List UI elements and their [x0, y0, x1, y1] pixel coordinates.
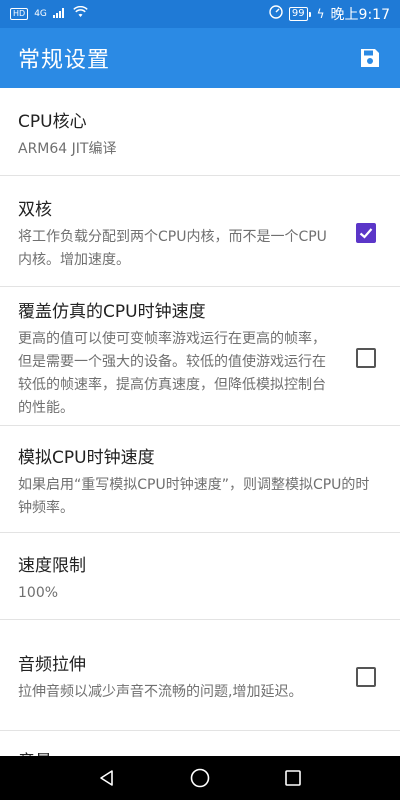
save-icon — [361, 49, 379, 67]
pref-title: 覆盖仿真的CPU时钟速度 — [18, 301, 206, 322]
pref-summary: 更高的值可以使可变帧率游戏运行在更高的帧率，但是需要一个强大的设备。较低的值使游… — [18, 330, 326, 416]
pref-summary: ARM64 JIT编译 — [18, 140, 117, 157]
status-right: 99 ϟ 晚上9:17 — [269, 4, 390, 24]
pref-title: 音频拉伸 — [18, 655, 86, 675]
recents-button[interactable] — [273, 758, 313, 798]
home-circle-icon — [190, 768, 210, 788]
pref-audio-stretch[interactable]: 音频拉伸 拉伸音频以减少声音不流畅的问题,增加延迟。 — [0, 620, 400, 731]
pref-volume[interactable]: 音量 — [0, 731, 400, 756]
status-left: HD 4G — [10, 5, 88, 22]
pref-cpu-core[interactable]: CPU核心 ARM64 JIT编译 — [0, 88, 400, 176]
pref-summary: 100% — [18, 585, 59, 601]
back-button[interactable] — [87, 758, 127, 798]
pref-speed-limit[interactable]: 速度限制 100% — [0, 533, 400, 620]
wifi-icon — [73, 5, 88, 22]
pref-dual-core[interactable]: 双核 将工作负载分配到两个CPU内核，而不是一个CPU内核。增加速度。 — [0, 176, 400, 287]
back-triangle-icon — [99, 770, 113, 786]
pref-summary: 拉伸音频以减少声音不流畅的问题,增加延迟。 — [18, 684, 303, 700]
hd-icon: HD — [10, 8, 29, 20]
speedometer-icon — [269, 5, 283, 23]
settings-list: CPU核心 ARM64 JIT编译 双核 将工作负载分配到两个CPU内核，而不是… — [0, 88, 400, 756]
status-bar: HD 4G 99 ϟ 晚上9:17 — [0, 0, 400, 28]
page-title: 常规设置 — [18, 48, 111, 73]
save-button[interactable] — [356, 44, 384, 72]
recents-square-icon — [285, 770, 302, 786]
dual-core-checkbox[interactable] — [356, 223, 376, 243]
home-button[interactable] — [180, 758, 220, 798]
network-type: 4G — [34, 9, 47, 19]
pref-emulated-cpu-clock[interactable]: 模拟CPU时钟速度 如果启用“重写模拟CPU时钟速度”，则调整模拟CPU的时钟频… — [0, 426, 400, 533]
override-cpu-clock-checkbox[interactable] — [356, 348, 376, 368]
pref-override-cpu-clock[interactable]: 覆盖仿真的CPU时钟速度 更高的值可以使可变帧率游戏运行在更高的帧率，但是需要一… — [0, 287, 400, 426]
check-icon — [359, 228, 373, 239]
signal-icon — [52, 7, 67, 22]
navigation-bar — [0, 756, 400, 800]
pref-summary: 将工作负载分配到两个CPU内核，而不是一个CPU内核。增加速度。 — [18, 228, 327, 268]
pref-title: 音量 — [18, 747, 382, 756]
app-bar: 常规设置 — [0, 28, 400, 88]
pref-title: CPU核心 — [18, 111, 87, 132]
battery-level: 99 — [288, 7, 308, 21]
pref-title: 速度限制 — [18, 556, 86, 576]
pref-summary: 如果启用“重写模拟CPU时钟速度”，则调整模拟CPU的时钟频率。 — [18, 476, 370, 516]
charging-icon: ϟ — [316, 7, 325, 21]
pref-title: 双核 — [18, 199, 52, 220]
battery-icon: 99 — [288, 7, 311, 21]
pref-title: 模拟CPU时钟速度 — [18, 447, 155, 468]
audio-stretch-checkbox[interactable] — [356, 667, 376, 687]
clock: 晚上9:17 — [330, 7, 390, 23]
